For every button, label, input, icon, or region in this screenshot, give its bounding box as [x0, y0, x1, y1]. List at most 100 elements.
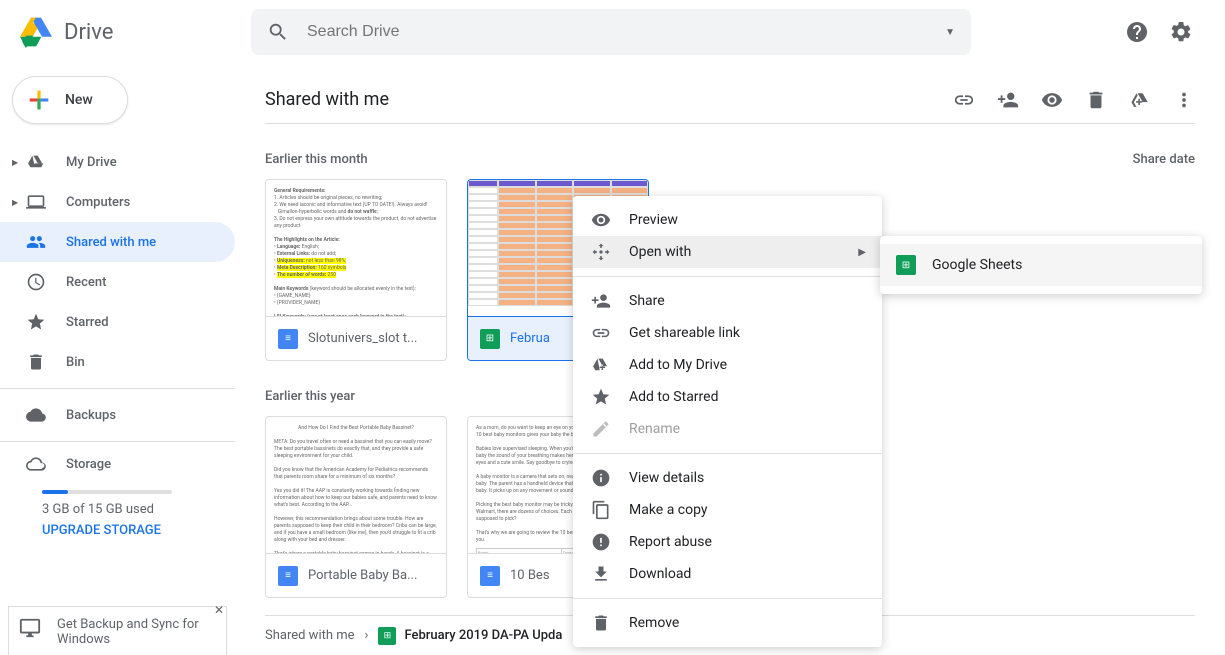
storage-label: Storage	[66, 457, 111, 472]
logo[interactable]: Drive	[16, 12, 251, 52]
breadcrumb-root[interactable]: Shared with me	[265, 628, 355, 643]
app-title: Drive	[64, 20, 113, 45]
breadcrumb-current[interactable]: February 2019 DA-PA Upda	[404, 628, 562, 643]
menu-label: Preview	[629, 212, 678, 228]
computers-icon	[24, 192, 48, 212]
file-card[interactable]: General Requirements: 1. Articles should…	[265, 179, 447, 361]
recent-icon	[24, 272, 48, 292]
chevron-right-icon: ▶	[858, 247, 866, 258]
sidebar-item-backups[interactable]: Backups	[0, 395, 235, 435]
info-icon	[589, 468, 613, 488]
menu-label: Make a copy	[629, 502, 708, 518]
section-header-row: Earlier this month Share date	[265, 152, 1195, 167]
storage-text: 3 GB of 15 GB used	[42, 502, 235, 517]
drive-logo-icon	[16, 12, 56, 52]
menu-get-link[interactable]: Get shareable link	[573, 317, 882, 349]
open-icon	[589, 242, 613, 262]
sidebar-label: Computers	[66, 195, 130, 210]
action-bar	[953, 89, 1195, 111]
menu-label: Add to Starred	[629, 389, 718, 405]
sidebar-label: Recent	[66, 275, 106, 290]
menu-add-drive[interactable]: Add to My Drive	[573, 349, 882, 381]
sidebar-item-my-drive[interactable]: ▶ My Drive	[0, 142, 235, 182]
sidebar-item-starred[interactable]: Starred	[0, 302, 235, 342]
sidebar-label: Backups	[66, 408, 116, 423]
chevron-right-icon: ›	[365, 628, 369, 643]
menu-share[interactable]: Share	[573, 285, 882, 317]
shared-icon	[24, 232, 48, 252]
sidebar-item-computers[interactable]: ▶ Computers	[0, 182, 235, 222]
help-icon[interactable]	[1125, 20, 1149, 44]
menu-label: Report abuse	[629, 534, 712, 550]
sidebar-label: Bin	[66, 355, 85, 370]
file-name: Portable Baby Ba...	[308, 568, 417, 583]
close-icon[interactable]: ✕	[214, 603, 224, 617]
menu-report-abuse[interactable]: Report abuse	[573, 526, 882, 558]
person-add-icon	[589, 291, 613, 311]
new-button[interactable]: New	[12, 76, 128, 124]
link-icon[interactable]	[953, 89, 975, 111]
search-input[interactable]	[305, 22, 945, 42]
context-menu: Preview Open with ▶ Share Get shareable …	[573, 196, 882, 647]
storage-icon	[24, 454, 48, 474]
my-drive-icon	[24, 152, 48, 172]
download-icon	[589, 564, 613, 584]
menu-view-details[interactable]: View details	[573, 462, 882, 494]
trash-icon[interactable]	[1085, 89, 1107, 111]
menu-download[interactable]: Download	[573, 558, 882, 590]
menu-add-starred[interactable]: Add to Starred	[573, 381, 882, 413]
submenu-label: Google Sheets	[932, 257, 1022, 273]
sidebar-item-recent[interactable]: Recent	[0, 262, 235, 302]
chevron-right-icon[interactable]: ▶	[12, 198, 22, 207]
desktop-icon	[19, 617, 41, 639]
edit-icon	[589, 419, 613, 439]
settings-icon[interactable]	[1169, 20, 1193, 44]
content-header: Shared with me	[265, 76, 1195, 124]
share-date-label[interactable]: Share date	[1133, 152, 1195, 167]
file-preview: General Requirements: 1. Articles should…	[266, 180, 446, 316]
sidebar-item-storage[interactable]: Storage	[0, 448, 235, 480]
menu-make-copy[interactable]: Make a copy	[573, 494, 882, 526]
sheets-icon: ⊞	[896, 255, 916, 275]
menu-label: Add to My Drive	[629, 357, 727, 373]
eye-icon[interactable]	[1041, 89, 1063, 111]
docs-icon: ≡	[278, 566, 298, 586]
file-preview: And How Do I Find the Best Portable Baby…	[266, 417, 446, 553]
copy-icon	[589, 500, 613, 520]
trash-icon	[589, 613, 613, 633]
menu-label: Download	[629, 566, 691, 582]
submenu-google-sheets[interactable]: ⊞ Google Sheets	[880, 244, 1202, 286]
sidebar-item-bin[interactable]: Bin	[0, 342, 235, 382]
menu-label: Remove	[629, 615, 679, 631]
sidebar-label: My Drive	[66, 155, 117, 170]
page-title: Shared with me	[265, 89, 389, 110]
trash-icon	[24, 352, 48, 372]
menu-remove[interactable]: Remove	[573, 607, 882, 639]
file-name: Februa	[510, 331, 550, 346]
person-add-icon[interactable]	[997, 89, 1019, 111]
menu-label: Get shareable link	[629, 325, 740, 341]
search-options-dropdown-icon[interactable]: ▼	[945, 27, 955, 38]
menu-open-with[interactable]: Open with ▶	[573, 236, 882, 268]
report-icon	[589, 532, 613, 552]
upgrade-link[interactable]: UPGRADE STORAGE	[42, 523, 235, 538]
drive-add-icon	[589, 355, 613, 375]
more-icon[interactable]	[1173, 89, 1195, 111]
header: Drive ▼	[0, 0, 1225, 64]
storage-bar	[42, 490, 172, 494]
backup-promo[interactable]: ✕ Get Backup and Sync for Windows	[8, 606, 227, 655]
chevron-right-icon[interactable]: ▶	[12, 158, 22, 167]
search-icon	[267, 21, 289, 43]
drive-add-icon[interactable]	[1129, 89, 1151, 111]
menu-label: Rename	[629, 421, 680, 437]
new-label: New	[65, 92, 93, 108]
file-card[interactable]: And How Do I Find the Best Portable Baby…	[265, 416, 447, 598]
file-name: 10 Bes	[510, 568, 550, 583]
menu-preview[interactable]: Preview	[573, 204, 882, 236]
search-bar[interactable]: ▼	[251, 9, 971, 55]
backups-icon	[24, 405, 48, 425]
sidebar-item-shared[interactable]: Shared with me	[0, 222, 235, 262]
file-name: Slotunivers_slot t...	[308, 331, 417, 346]
header-actions	[1125, 20, 1209, 44]
docs-icon: ≡	[278, 329, 298, 349]
